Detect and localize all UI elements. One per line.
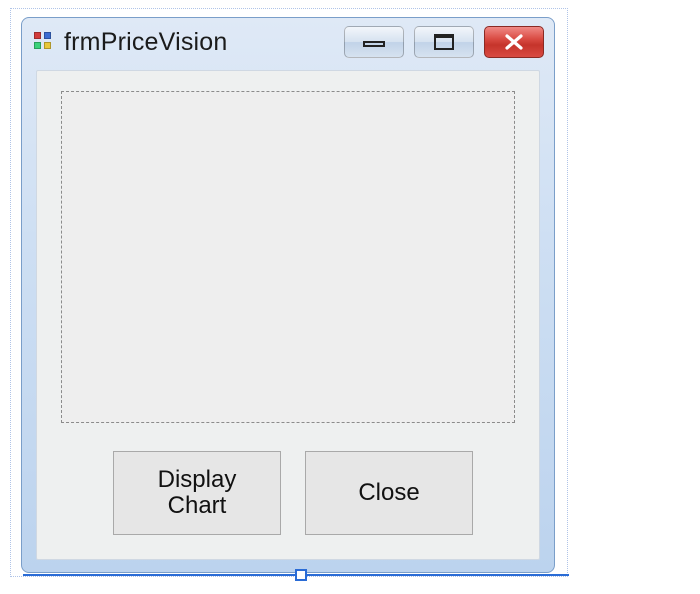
maximize-icon (433, 33, 455, 51)
designer-resize-handle[interactable] (295, 569, 307, 581)
close-label: Close (358, 480, 419, 506)
form-icon (34, 32, 54, 52)
display-chart-button[interactable]: Display Chart (113, 451, 281, 535)
minimize-button[interactable] (344, 26, 404, 58)
client-area: Display Chart Close (36, 70, 540, 560)
designer-canvas: frmPriceVision (10, 8, 568, 577)
chart-placeholder (61, 91, 515, 423)
window-buttons (344, 26, 546, 58)
close-button[interactable]: Close (305, 451, 473, 535)
close-icon (503, 33, 525, 51)
window-title: frmPriceVision (64, 28, 228, 57)
maximize-button[interactable] (414, 26, 474, 58)
display-chart-label: Display Chart (158, 467, 237, 520)
titlebar[interactable]: frmPriceVision (22, 18, 554, 66)
form-window: frmPriceVision (21, 17, 555, 573)
minimize-icon (361, 35, 387, 49)
close-window-button[interactable] (484, 26, 544, 58)
